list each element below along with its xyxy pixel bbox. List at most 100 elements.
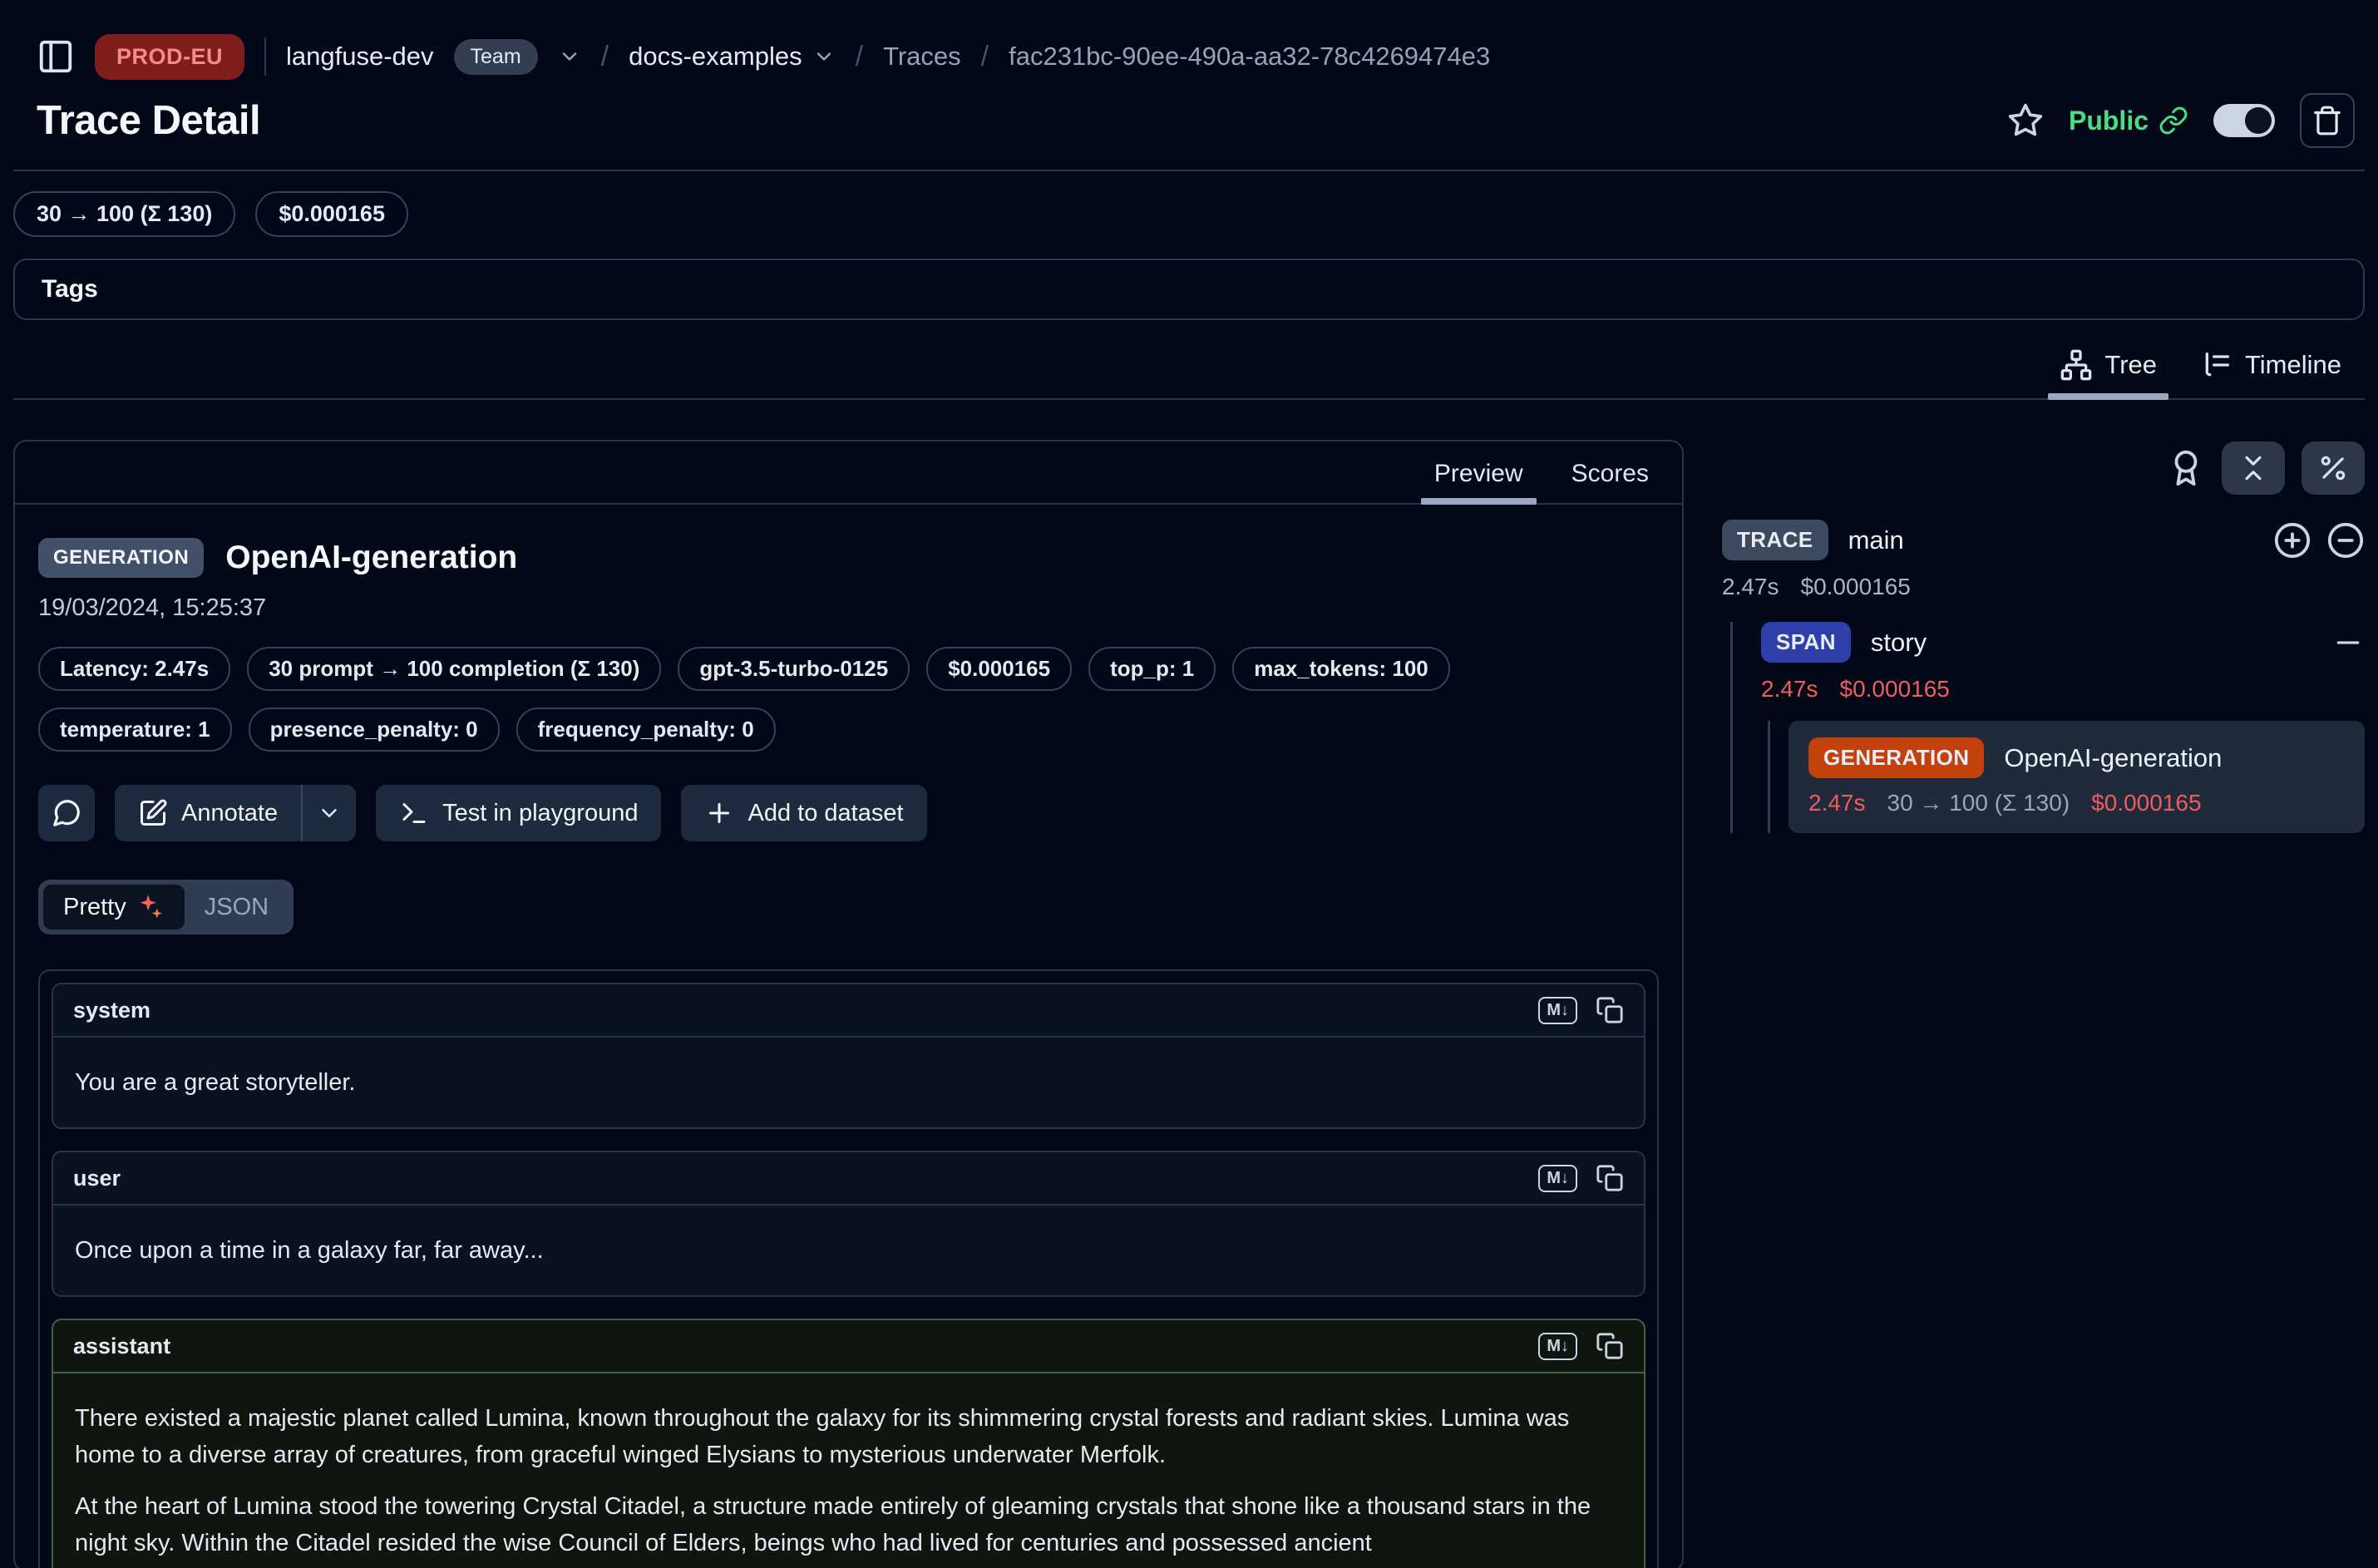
toggle-knob bbox=[2245, 107, 2272, 134]
trace-detail-page: PROD-EU langfuse-dev Team / docs-example… bbox=[0, 0, 2378, 1568]
message-tools: M↓ bbox=[1538, 1332, 1624, 1360]
model-badge[interactable]: gpt-3.5-turbo-0125 bbox=[678, 647, 910, 691]
delete-trace-button[interactable] bbox=[2300, 93, 2355, 148]
add-to-dataset-button[interactable]: Add to dataset bbox=[681, 785, 926, 841]
bookmark-star-button[interactable] bbox=[2007, 102, 2044, 139]
generation-name: OpenAI-generation bbox=[2004, 743, 2222, 773]
tab-timeline-label: Timeline bbox=[2245, 350, 2341, 380]
metrics-percent-button[interactable] bbox=[2302, 441, 2365, 495]
tags-label: Tags bbox=[42, 275, 98, 303]
plus-icon bbox=[704, 798, 734, 828]
page-header: Trace Detail Public bbox=[13, 81, 2365, 148]
format-pretty-button[interactable]: Pretty bbox=[43, 885, 185, 929]
observation-metadata-badges: Latency: 2.47s 30 prompt → 100 completio… bbox=[38, 647, 1659, 752]
circle-minus-icon bbox=[2326, 521, 2365, 560]
message-role-label: user bbox=[73, 1166, 121, 1191]
pretty-label: Pretty bbox=[63, 894, 126, 921]
max-tokens-badge: max_tokens: 100 bbox=[1232, 647, 1450, 691]
message-tools: M↓ bbox=[1538, 1164, 1624, 1192]
span-metrics: 2.47s $0.000165 bbox=[1761, 676, 2365, 703]
trace-children: SPAN story 2.47s $0.000165 GENER bbox=[1730, 622, 2365, 833]
copy-icon[interactable] bbox=[1596, 996, 1624, 1024]
circle-plus-icon bbox=[2273, 521, 2311, 560]
breadcrumb-org[interactable]: langfuse-dev bbox=[286, 42, 434, 71]
sidebar-toggle-button[interactable] bbox=[37, 37, 75, 76]
tree-node-generation-selected[interactable]: GENERATION OpenAI-generation 2.47s 30 → … bbox=[1788, 721, 2365, 833]
annotate-label: Annotate bbox=[181, 800, 278, 827]
panel-tabs: Preview Scores bbox=[15, 441, 1682, 505]
span-children: GENERATION OpenAI-generation 2.47s 30 → … bbox=[1768, 721, 2365, 833]
timeline-icon bbox=[2200, 348, 2233, 382]
token-usage-badge: 30 prompt → 100 completion (Σ 130) bbox=[247, 647, 661, 691]
page-title: Trace Detail bbox=[37, 97, 260, 144]
collapse-all-button[interactable] bbox=[2222, 441, 2285, 495]
message-tools: M↓ bbox=[1538, 996, 1624, 1024]
breadcrumb: PROD-EU langfuse-dev Team / docs-example… bbox=[13, 0, 2365, 81]
tree-node-trace[interactable]: TRACE main bbox=[1722, 520, 2365, 560]
view-tabs: Tree Timeline bbox=[13, 343, 2365, 400]
chevrons-down-up-icon bbox=[2237, 452, 2269, 484]
tab-tree[interactable]: Tree bbox=[2041, 343, 2175, 398]
tab-tree-label: Tree bbox=[2104, 350, 2157, 380]
playground-button[interactable]: Test in playground bbox=[376, 785, 661, 841]
public-toggle[interactable] bbox=[2213, 104, 2275, 137]
comment-button[interactable] bbox=[38, 785, 95, 841]
content-row: Preview Scores GENERATION OpenAI-generat… bbox=[13, 440, 2365, 1568]
temperature-badge: temperature: 1 bbox=[38, 708, 232, 752]
tree-network-icon bbox=[2060, 348, 2093, 382]
tree-node-span[interactable]: SPAN story bbox=[1761, 622, 2365, 663]
system-message-card: system M↓ You are a great storyteller. bbox=[52, 983, 1645, 1129]
system-message-header: system M↓ bbox=[53, 984, 1644, 1038]
assistant-message-card: assistant M↓ There existed a majestic pl… bbox=[52, 1319, 1645, 1568]
trace-cost: $0.000165 bbox=[1801, 574, 1911, 600]
top-p-badge: top_p: 1 bbox=[1088, 647, 1216, 691]
comment-icon bbox=[51, 797, 82, 829]
cost-badge: $0.000165 bbox=[255, 191, 408, 237]
tags-container[interactable]: Tags bbox=[13, 259, 2365, 320]
messages-container: system M↓ You are a great storyteller. bbox=[38, 969, 1659, 1568]
tab-preview[interactable]: Preview bbox=[1416, 456, 1542, 503]
span-cost: $0.000165 bbox=[1840, 676, 1950, 703]
collapse-tree-button[interactable] bbox=[2326, 521, 2365, 560]
breadcrumb-trace-id: fac231bc-90ee-490a-aa32-78c4269474e3 bbox=[1009, 42, 1490, 71]
assistant-message-content: There existed a majestic planet called L… bbox=[53, 1373, 1644, 1568]
assistant-paragraph: At the heart of Lumina stood the towerin… bbox=[75, 1488, 1622, 1561]
markdown-toggle-icon[interactable]: M↓ bbox=[1538, 1165, 1577, 1192]
format-json-button[interactable]: JSON bbox=[185, 885, 289, 929]
expand-all-button[interactable] bbox=[2273, 521, 2311, 560]
copy-icon[interactable] bbox=[1596, 1164, 1624, 1192]
markdown-toggle-icon[interactable]: M↓ bbox=[1538, 997, 1577, 1024]
span-type-badge: SPAN bbox=[1761, 622, 1851, 663]
sparkles-icon bbox=[136, 893, 165, 921]
breadcrumb-separator: / bbox=[981, 41, 989, 73]
project-name: docs-examples bbox=[629, 42, 802, 71]
latency-badge: Latency: 2.47s bbox=[38, 647, 230, 691]
assistant-message-header: assistant M↓ bbox=[53, 1320, 1644, 1373]
generation-cost: $0.000165 bbox=[2091, 790, 2201, 816]
message-role-label: assistant bbox=[73, 1334, 170, 1359]
trash-icon bbox=[2311, 105, 2343, 136]
annotate-dropdown-button[interactable] bbox=[303, 785, 356, 841]
trace-name: main bbox=[1848, 525, 1904, 555]
breadcrumb-section[interactable]: Traces bbox=[883, 42, 961, 71]
span-name: story bbox=[1871, 628, 1927, 658]
scores-award-icon[interactable] bbox=[2167, 449, 2205, 487]
trace-tree-panel: TRACE main 2.47s $ bbox=[1722, 440, 2365, 833]
user-message-header: user M↓ bbox=[53, 1152, 1644, 1206]
trace-latency: 2.47s bbox=[1722, 574, 1779, 600]
annotate-split-button: Annotate bbox=[115, 785, 356, 841]
tab-timeline[interactable]: Timeline bbox=[2182, 343, 2360, 398]
breadcrumb-separator: / bbox=[601, 41, 609, 73]
markdown-toggle-icon[interactable]: M↓ bbox=[1538, 1333, 1577, 1360]
observation-title: OpenAI-generation bbox=[225, 540, 517, 576]
tab-scores[interactable]: Scores bbox=[1553, 456, 1667, 503]
public-share-link[interactable]: Public bbox=[2069, 106, 2188, 136]
frequency-penalty-badge: frequency_penalty: 0 bbox=[516, 708, 776, 752]
playground-label: Test in playground bbox=[442, 800, 638, 827]
org-chevron-down-icon[interactable] bbox=[558, 45, 581, 68]
copy-icon[interactable] bbox=[1596, 1332, 1624, 1360]
annotate-button[interactable]: Annotate bbox=[115, 785, 301, 841]
breadcrumb-project[interactable]: docs-examples bbox=[629, 42, 835, 71]
span-collapse-button[interactable] bbox=[2331, 626, 2365, 659]
generation-tokens: 30 → 100 (Σ 130) bbox=[1887, 790, 2070, 816]
